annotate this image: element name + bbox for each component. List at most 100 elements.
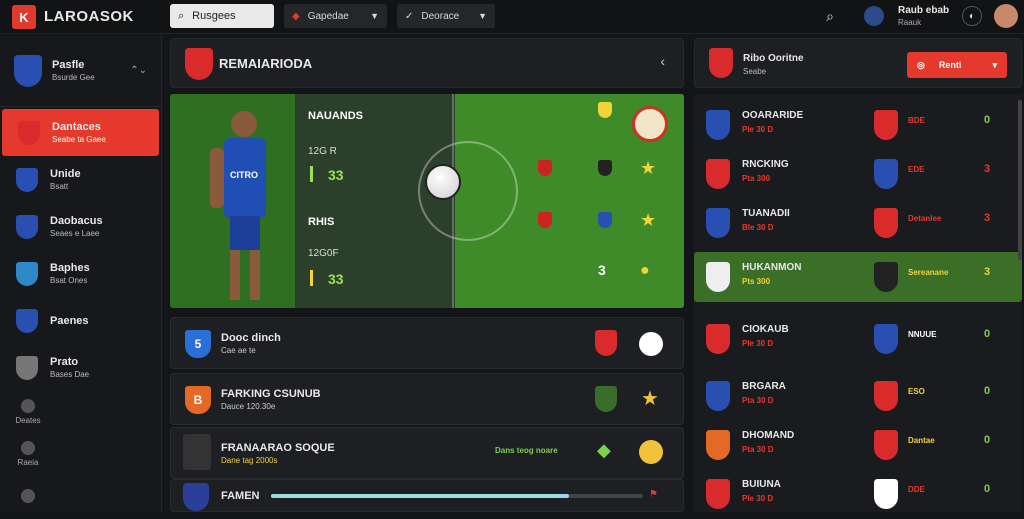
- sidebar-item-1[interactable]: Unide Bsatt: [0, 156, 161, 203]
- team-right: EDE: [908, 165, 925, 174]
- team-status: 0: [984, 483, 991, 495]
- team-score: Ple 30 D: [742, 339, 774, 348]
- table-row[interactable]: RNCKING Pta 300 EDE 3: [694, 149, 1022, 199]
- star-icon: ★: [640, 210, 657, 230]
- team-status: 3: [984, 163, 991, 175]
- circle-icon: ◎: [917, 59, 925, 70]
- team-name: TUANADII: [742, 208, 790, 219]
- stat-bar-icon: [310, 270, 313, 286]
- sidebar-item-sub: Bsat Ones: [50, 276, 88, 285]
- player1-time: 12G R: [308, 146, 337, 157]
- crest-icon: [598, 160, 612, 176]
- sidebar: Pasfle Bsurde Gee ⌃⌄ Dantaces Seabe ta Ga…: [0, 35, 162, 512]
- team-status: 0: [984, 114, 991, 126]
- team-score: Pts 300: [742, 277, 771, 286]
- rent-button[interactable]: ◎ Renti ▾: [907, 52, 1007, 78]
- row-title: FARKING CSUNUB: [221, 388, 321, 400]
- crest-icon: [18, 120, 40, 145]
- crest-icon: [16, 308, 38, 333]
- select-competition[interactable]: ◆ Gapedae ▼: [284, 4, 387, 28]
- sidebar-mini-label: Raeia: [17, 458, 39, 467]
- standings-title: Ribo Ooritne: [743, 53, 804, 64]
- team-score: Ble 30 D: [742, 223, 774, 232]
- table-row[interactable]: BRGARA Pta 30 D ESO 0: [694, 371, 1022, 421]
- sidebar-head-title: Pasfle: [52, 59, 85, 71]
- sidebar-item-0[interactable]: Dantaces Seabe ta Gaee: [2, 109, 159, 156]
- crest-icon: [706, 324, 730, 354]
- select-season[interactable]: ✓ Deorace ▼: [397, 4, 495, 28]
- stat-bar-icon: [310, 166, 313, 182]
- shield-icon: ◆: [597, 440, 611, 460]
- list-item[interactable]: FRANAARAO SOQUE Dane tag 2000s Dans teog…: [170, 427, 684, 479]
- scrollbar[interactable]: [1018, 100, 1022, 260]
- settings-icon[interactable]: ◐: [962, 6, 982, 26]
- crest-icon: [595, 386, 617, 412]
- crest-icon: [706, 159, 730, 189]
- list-item[interactable]: B FARKING CSUNUB Dauce 120.30e ★: [170, 373, 684, 425]
- flag-icon: ◆: [292, 10, 300, 22]
- brand-name: LAROASOK: [44, 8, 134, 25]
- list-item[interactable]: 5 Dooc dinch Cae ae te: [170, 317, 684, 369]
- card-icon: [538, 160, 552, 176]
- table-row[interactable]: OOARARIDE Ple 30 D BDE 0: [694, 100, 1022, 150]
- team-status: 3: [984, 266, 991, 278]
- team-crest-icon: [185, 48, 213, 80]
- table-row[interactable]: TUANADII Ble 30 D Detanlee 3: [694, 198, 1022, 248]
- player1-value: 33: [328, 167, 344, 183]
- sidebar-item-3[interactable]: Baphes Bsat Ones: [0, 250, 161, 297]
- sidebar-mini-0[interactable]: Deates: [0, 391, 56, 433]
- crest-icon: [874, 381, 898, 411]
- sidebar-mini-2[interactable]: [0, 475, 56, 517]
- sidebar-item-label: Prato: [50, 356, 79, 368]
- sidebar-item-sub: Bases Dae: [50, 370, 90, 379]
- match-header: REMAIARIODA ‹: [170, 38, 684, 88]
- sidebar-item-5[interactable]: Prato Bases Dae: [0, 344, 161, 391]
- table-row[interactable]: CIOKAUB Ple 30 D NNUUE 0: [694, 314, 1022, 364]
- chevron-down-icon: ▼: [370, 11, 379, 21]
- stat-number: 3: [598, 262, 606, 278]
- app-logo[interactable]: K: [12, 5, 36, 29]
- jersey-text: CITRO: [230, 170, 258, 180]
- team-score: Ple 30 D: [742, 125, 774, 134]
- crest-icon: [706, 208, 730, 238]
- user-sub: Raauk: [898, 18, 922, 27]
- sidebar-item-2[interactable]: Daobacus Seaes e Laee: [0, 203, 161, 250]
- search-icon[interactable]: ⌕: [820, 6, 840, 26]
- sidebar-mini-label: Deates: [15, 416, 41, 425]
- select-competition-label: Gapedae: [307, 10, 349, 22]
- row-title: Dooc dinch: [221, 332, 281, 344]
- team-name: RNCKING: [742, 159, 789, 170]
- progress-track[interactable]: [271, 494, 643, 498]
- sidebar-item-label: Paenes: [50, 314, 89, 327]
- sidebar-item-4[interactable]: Paenes: [0, 297, 161, 344]
- profile-avatar[interactable]: [994, 4, 1018, 28]
- select-season-label: Deorace: [421, 10, 460, 22]
- sidebar-head-sub: Bsurde Gee: [52, 73, 95, 82]
- table-row[interactable]: DHOMAND Pta 30 D Dantae 0: [694, 420, 1022, 470]
- avatar[interactable]: [864, 6, 884, 26]
- star-icon[interactable]: ★: [641, 386, 659, 411]
- match-title: REMAIARIODA: [219, 56, 313, 71]
- standings-list: OOARARIDE Ple 30 D BDE 0 RNCKING Pta 300…: [694, 95, 1022, 512]
- club-badge-icon: [632, 106, 668, 142]
- crest-icon: [16, 261, 38, 286]
- sidebar-header[interactable]: Pasfle Bsurde Gee ⌃⌄: [0, 35, 161, 107]
- info-icon[interactable]: [639, 332, 663, 356]
- team-right: Detanlee: [908, 214, 942, 223]
- sidebar-item-sub: Bsatt: [50, 182, 69, 191]
- crest-icon: [874, 208, 898, 238]
- table-row-highlighted[interactable]: HUKANMON Pts 300 Sereanane 3: [694, 252, 1022, 302]
- crest-icon: [874, 324, 898, 354]
- list-item[interactable]: FAMEN ⚑: [170, 479, 684, 512]
- crest-icon: [183, 483, 209, 511]
- sidebar-mini-1[interactable]: Raeia: [0, 433, 56, 475]
- shield-icon: 5: [185, 330, 211, 358]
- medal-icon[interactable]: [639, 440, 663, 464]
- team-right: NNUUE: [908, 330, 937, 339]
- team-right: BDE: [908, 116, 925, 125]
- flag-icon: ⚑: [649, 489, 658, 500]
- search-box[interactable]: ⌕ Rusgees: [170, 4, 274, 28]
- team-name: OOARARIDE: [742, 110, 804, 121]
- medal-icon: ●: [640, 262, 650, 279]
- chevron-left-icon[interactable]: ‹: [660, 53, 665, 69]
